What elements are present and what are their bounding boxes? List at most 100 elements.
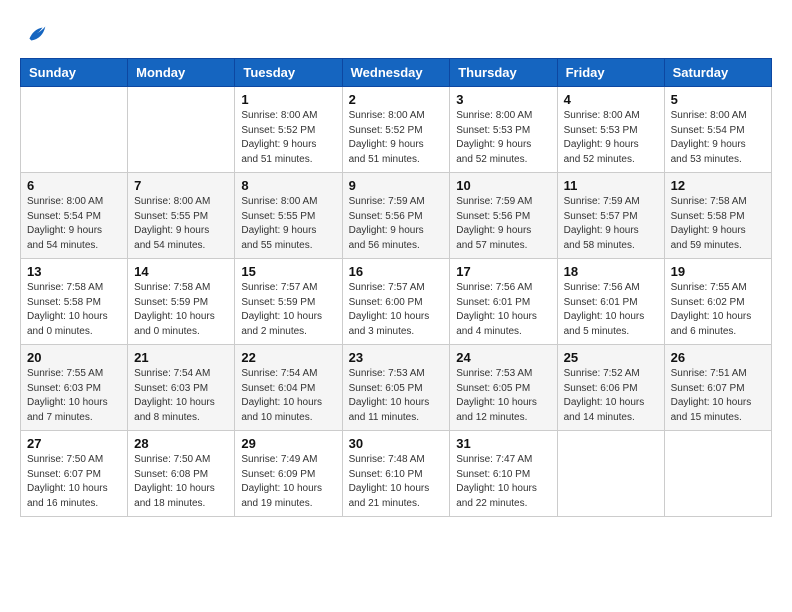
day-of-week-header: Sunday (21, 59, 128, 87)
day-number: 2 (349, 92, 444, 107)
day-number: 27 (27, 436, 121, 451)
calendar-day-cell: 13 Sunrise: 7:58 AM Sunset: 5:58 PM Dayli… (21, 259, 128, 345)
day-number: 31 (456, 436, 550, 451)
day-info: Sunrise: 8:00 AM Sunset: 5:52 PM Dayligh… (349, 109, 444, 167)
calendar-day-cell: 18 Sunrise: 7:56 AM Sunset: 6:01 PM Dayli… (557, 259, 664, 345)
calendar-day-cell: 5 Sunrise: 8:00 AM Sunset: 5:54 PM Daylig… (664, 87, 771, 173)
day-number: 20 (27, 350, 121, 365)
day-info: Sunrise: 7:58 AM Sunset: 5:58 PM Dayligh… (27, 281, 121, 339)
day-number: 17 (456, 264, 550, 279)
day-info: Sunrise: 7:59 AM Sunset: 5:57 PM Dayligh… (564, 195, 658, 253)
day-info: Sunrise: 7:57 AM Sunset: 6:00 PM Dayligh… (349, 281, 444, 339)
calendar-day-cell: 31Sunrise: 7:47 AM Sunset: 6:10 PM Dayli… (450, 431, 557, 517)
day-number: 5 (671, 92, 765, 107)
calendar-day-cell (128, 87, 235, 173)
day-number: 16 (349, 264, 444, 279)
day-info: Sunrise: 8:00 AM Sunset: 5:53 PM Dayligh… (564, 109, 658, 167)
day-number: 4 (564, 92, 658, 107)
calendar-day-cell: 2 Sunrise: 8:00 AM Sunset: 5:52 PM Daylig… (342, 87, 450, 173)
day-number: 30 (349, 436, 444, 451)
calendar-day-cell: 14 Sunrise: 7:58 AM Sunset: 5:59 PM Dayli… (128, 259, 235, 345)
day-info: Sunrise: 7:50 AM Sunset: 6:08 PM Dayligh… (134, 453, 228, 511)
day-number: 14 (134, 264, 228, 279)
day-info: Sunrise: 8:00 AM Sunset: 5:52 PM Dayligh… (241, 109, 335, 167)
calendar-header-row: SundayMondayTuesdayWednesdayThursdayFrid… (21, 59, 772, 87)
day-info: Sunrise: 8:00 AM Sunset: 5:54 PM Dayligh… (27, 195, 121, 253)
day-number: 9 (349, 178, 444, 193)
day-number: 19 (671, 264, 765, 279)
day-number: 8 (241, 178, 335, 193)
calendar-day-cell (21, 87, 128, 173)
day-info: Sunrise: 7:59 AM Sunset: 5:56 PM Dayligh… (349, 195, 444, 253)
day-info: Sunrise: 7:56 AM Sunset: 6:01 PM Dayligh… (456, 281, 550, 339)
day-info: Sunrise: 8:00 AM Sunset: 5:54 PM Dayligh… (671, 109, 765, 167)
calendar-day-cell: 10 Sunrise: 7:59 AM Sunset: 5:56 PM Dayli… (450, 173, 557, 259)
day-number: 11 (564, 178, 658, 193)
day-of-week-header: Thursday (450, 59, 557, 87)
day-info: Sunrise: 7:55 AM Sunset: 6:03 PM Dayligh… (27, 367, 121, 425)
day-number: 26 (671, 350, 765, 365)
calendar-week-row: 13 Sunrise: 7:58 AM Sunset: 5:58 PM Dayli… (21, 259, 772, 345)
day-info: Sunrise: 7:53 AM Sunset: 6:05 PM Dayligh… (456, 367, 550, 425)
calendar-day-cell: 17 Sunrise: 7:56 AM Sunset: 6:01 PM Dayli… (450, 259, 557, 345)
page-header (20, 20, 772, 48)
calendar-week-row: 20 Sunrise: 7:55 AM Sunset: 6:03 PM Dayli… (21, 345, 772, 431)
calendar-day-cell: 25 Sunrise: 7:52 AM Sunset: 6:06 PM Dayli… (557, 345, 664, 431)
day-number: 7 (134, 178, 228, 193)
day-number: 3 (456, 92, 550, 107)
day-number: 6 (27, 178, 121, 193)
day-info: Sunrise: 7:58 AM Sunset: 5:58 PM Dayligh… (671, 195, 765, 253)
calendar-table: SundayMondayTuesdayWednesdayThursdayFrid… (20, 58, 772, 517)
calendar-day-cell (664, 431, 771, 517)
day-of-week-header: Friday (557, 59, 664, 87)
calendar-day-cell: 16 Sunrise: 7:57 AM Sunset: 6:00 PM Dayli… (342, 259, 450, 345)
calendar-day-cell: 19 Sunrise: 7:55 AM Sunset: 6:02 PM Dayli… (664, 259, 771, 345)
calendar-day-cell: 12 Sunrise: 7:58 AM Sunset: 5:58 PM Dayli… (664, 173, 771, 259)
calendar-day-cell: 22Sunrise: 7:54 AM Sunset: 6:04 PM Dayli… (235, 345, 342, 431)
day-info: Sunrise: 7:54 AM Sunset: 6:03 PM Dayligh… (134, 367, 228, 425)
day-number: 23 (349, 350, 444, 365)
calendar-day-cell: 9 Sunrise: 7:59 AM Sunset: 5:56 PM Daylig… (342, 173, 450, 259)
day-info: Sunrise: 8:00 AM Sunset: 5:53 PM Dayligh… (456, 109, 550, 167)
calendar-day-cell: 6 Sunrise: 8:00 AM Sunset: 5:54 PM Daylig… (21, 173, 128, 259)
calendar-week-row: 6 Sunrise: 8:00 AM Sunset: 5:54 PM Daylig… (21, 173, 772, 259)
day-info: Sunrise: 7:51 AM Sunset: 6:07 PM Dayligh… (671, 367, 765, 425)
calendar-day-cell: 24 Sunrise: 7:53 AM Sunset: 6:05 PM Dayli… (450, 345, 557, 431)
calendar-day-cell (557, 431, 664, 517)
day-of-week-header: Monday (128, 59, 235, 87)
calendar-day-cell: 26 Sunrise: 7:51 AM Sunset: 6:07 PM Dayli… (664, 345, 771, 431)
day-info: Sunrise: 8:00 AM Sunset: 5:55 PM Dayligh… (134, 195, 228, 253)
day-number: 1 (241, 92, 335, 107)
day-number: 21 (134, 350, 228, 365)
day-info: Sunrise: 7:56 AM Sunset: 6:01 PM Dayligh… (564, 281, 658, 339)
day-number: 12 (671, 178, 765, 193)
day-info: Sunrise: 7:50 AM Sunset: 6:07 PM Dayligh… (27, 453, 121, 511)
day-number: 15 (241, 264, 335, 279)
day-number: 25 (564, 350, 658, 365)
calendar-day-cell: 30 Sunrise: 7:48 AM Sunset: 6:10 PM Dayli… (342, 431, 450, 517)
calendar-day-cell: 23Sunrise: 7:53 AM Sunset: 6:05 PM Dayli… (342, 345, 450, 431)
calendar-day-cell: 3 Sunrise: 8:00 AM Sunset: 5:53 PM Daylig… (450, 87, 557, 173)
day-of-week-header: Tuesday (235, 59, 342, 87)
calendar-day-cell: 11 Sunrise: 7:59 AM Sunset: 5:57 PM Dayli… (557, 173, 664, 259)
calendar-day-cell: 29Sunrise: 7:49 AM Sunset: 6:09 PM Dayli… (235, 431, 342, 517)
day-number: 22 (241, 350, 335, 365)
day-info: Sunrise: 7:58 AM Sunset: 5:59 PM Dayligh… (134, 281, 228, 339)
day-number: 10 (456, 178, 550, 193)
day-number: 24 (456, 350, 550, 365)
calendar-day-cell: 7 Sunrise: 8:00 AM Sunset: 5:55 PM Daylig… (128, 173, 235, 259)
calendar-day-cell: 8Sunrise: 8:00 AM Sunset: 5:55 PM Daylig… (235, 173, 342, 259)
day-number: 28 (134, 436, 228, 451)
day-info: Sunrise: 7:48 AM Sunset: 6:10 PM Dayligh… (349, 453, 444, 511)
calendar-day-cell: 4 Sunrise: 8:00 AM Sunset: 5:53 PM Daylig… (557, 87, 664, 173)
day-of-week-header: Wednesday (342, 59, 450, 87)
calendar-day-cell: 21 Sunrise: 7:54 AM Sunset: 6:03 PM Dayli… (128, 345, 235, 431)
day-number: 13 (27, 264, 121, 279)
calendar-day-cell: 27 Sunrise: 7:50 AM Sunset: 6:07 PM Dayli… (21, 431, 128, 517)
day-info: Sunrise: 7:52 AM Sunset: 6:06 PM Dayligh… (564, 367, 658, 425)
day-number: 18 (564, 264, 658, 279)
calendar-week-row: 27 Sunrise: 7:50 AM Sunset: 6:07 PM Dayli… (21, 431, 772, 517)
calendar-day-cell: 15Sunrise: 7:57 AM Sunset: 5:59 PM Dayli… (235, 259, 342, 345)
day-info: Sunrise: 7:59 AM Sunset: 5:56 PM Dayligh… (456, 195, 550, 253)
day-info: Sunrise: 7:55 AM Sunset: 6:02 PM Dayligh… (671, 281, 765, 339)
